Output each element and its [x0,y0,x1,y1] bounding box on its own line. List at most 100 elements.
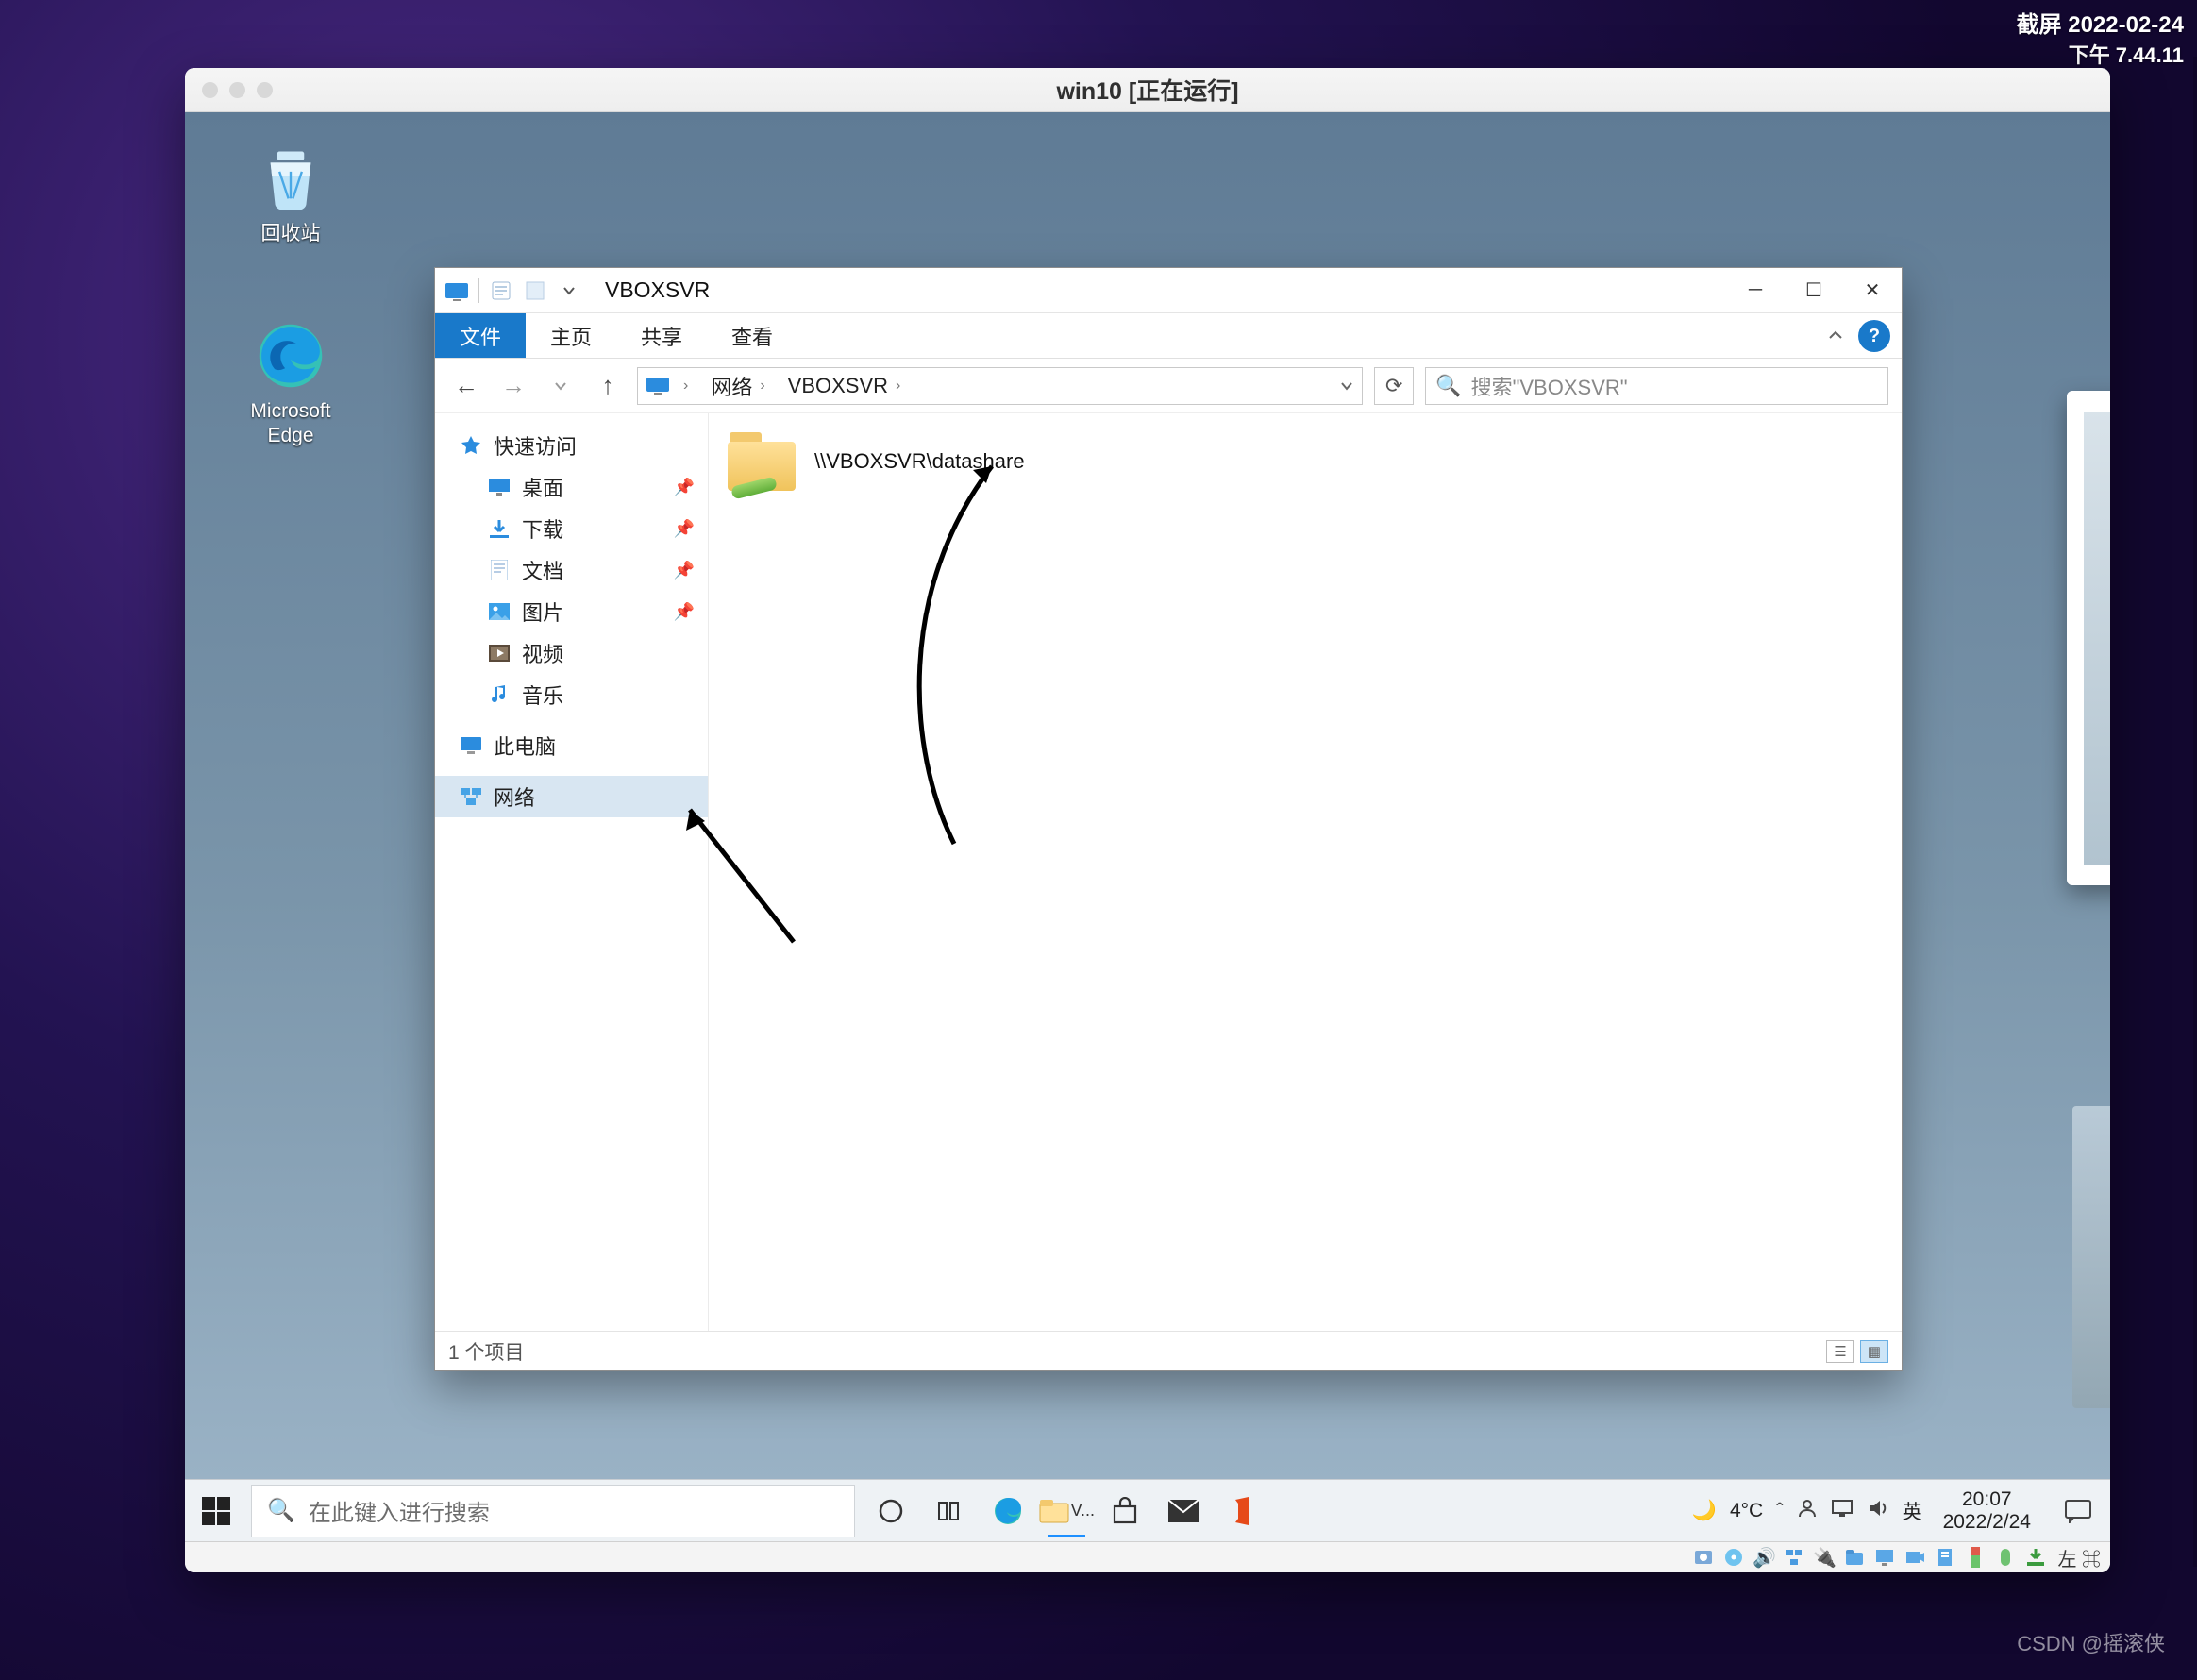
taskbar-mail-icon[interactable] [1155,1483,1212,1539]
vb-usb-icon[interactable]: 🔌 [1812,1545,1836,1570]
video-icon [486,640,512,666]
ribbon-tab-view[interactable]: 查看 [707,313,797,358]
vb-mouse-icon[interactable] [1993,1545,2018,1570]
vb-keyboard-icon[interactable] [2023,1545,2048,1570]
explorer-address-row: ← → ↑ › 网络› VBOXSVR› ⟳ 🔍 搜索"VBOXSVR" [435,359,1902,413]
sidebar-item-music[interactable]: 音乐 [435,674,708,715]
taskbar-widgets-button[interactable] [921,1483,978,1539]
vb-audio-icon[interactable]: 🔊 [1752,1545,1776,1570]
system-menu-icon[interactable] [441,275,473,307]
computer-icon[interactable] [644,372,672,400]
vb-hdd-icon[interactable] [1691,1545,1716,1570]
desktop-icon-recycle-bin[interactable]: 回收站 [225,143,357,246]
taskbar-explorer-icon[interactable]: V... [1038,1483,1095,1539]
content-item-datashare[interactable]: \\VBOXSVR\datashare [728,432,1883,491]
breadcrumb-seg-network[interactable]: 网络› [699,368,776,404]
explorer-content-pane[interactable]: \\VBOXSVR\datashare [709,413,1902,1331]
content-item-label: \\VBOXSVR\datashare [814,449,1025,474]
sidebar-this-pc[interactable]: 此电脑 [435,725,708,766]
nav-recent-button[interactable] [543,368,579,404]
recycle-bin-icon [255,143,327,214]
address-bar[interactable]: › 网络› VBOXSVR› [637,367,1363,405]
explorer-sidebar: 快速访问 桌面📌 下载📌 文档📌 图片📌 视频 音乐 此电脑 [435,413,709,1331]
taskbar-search[interactable]: 🔍 在此键入进行搜索 [251,1485,855,1537]
view-details-button[interactable]: ☰ [1826,1340,1854,1363]
computer-icon [458,732,484,759]
vm-titlebar[interactable]: win10 [正在运行] [185,68,2110,112]
nav-up-button[interactable]: ↑ [590,368,626,404]
ribbon-expand-button[interactable] [1817,313,1854,358]
virtualbox-window: win10 [正在运行] 回收站 Microsoft Edge [185,68,2110,1572]
pin-icon: 📌 [674,561,695,580]
taskbar-edge-icon[interactable] [980,1483,1036,1539]
tray-overflow-button[interactable]: ˆ [1776,1499,1783,1523]
minimize-button[interactable]: ─ [1726,268,1785,313]
sidebar-item-downloads[interactable]: 下载📌 [435,508,708,549]
ribbon-tab-file[interactable]: 文件 [435,313,526,358]
vb-shared-folders-icon[interactable] [1842,1545,1867,1570]
nav-back-button[interactable]: ← [448,368,484,404]
vb-optical-icon[interactable] [1721,1545,1746,1570]
vb-host-key-indicator[interactable]: 左 ⌘ [2057,1544,2101,1571]
search-icon: 🔍 [1435,374,1461,398]
pin-icon: 📌 [674,602,695,622]
tray-people-icon[interactable] [1797,1498,1818,1524]
maximize-button[interactable]: ☐ [1785,268,1843,313]
taskbar-search-placeholder: 在此键入进行搜索 [309,1494,490,1527]
explorer-titlebar[interactable]: VBOXSVR ─ ☐ ✕ [435,268,1902,313]
sidebar-item-videos[interactable]: 视频 [435,632,708,674]
help-button[interactable]: ? [1858,320,1890,352]
explorer-title-text: VBOXSVR [605,277,710,303]
taskbar-office-icon[interactable] [1214,1483,1270,1539]
status-item-count: 1 个项目 [448,1337,525,1366]
sidebar-quick-access[interactable]: 快速访问 [435,425,708,466]
refresh-button[interactable]: ⟳ [1374,367,1414,405]
tray-clock[interactable]: 20:07 2022/2/24 [1936,1488,2038,1532]
desktop-icon-label: 回收站 [225,222,357,246]
qat-new-folder-icon[interactable] [519,275,551,307]
view-icons-button[interactable]: ▦ [1860,1340,1888,1363]
start-button[interactable] [185,1480,247,1542]
task-view-button[interactable] [863,1483,919,1539]
vb-display-icon[interactable] [1872,1545,1897,1570]
sidebar-item-desktop[interactable]: 桌面📌 [435,466,708,508]
explorer-search[interactable]: 🔍 搜索"VBOXSVR" [1425,367,1888,405]
tray-ime-indicator[interactable]: 英 [1903,1497,1922,1525]
adjacent-window-peek [2193,57,2197,1567]
music-icon [486,681,512,708]
explorer-ribbon: 文件 主页 共享 查看 ? [435,313,1902,359]
qat-dropdown-icon[interactable] [553,275,585,307]
sidebar-network[interactable]: 网络 [435,776,708,817]
breadcrumb-seg-root[interactable]: › [672,368,699,404]
ribbon-tab-share[interactable]: 共享 [616,313,707,358]
network-icon [458,783,484,810]
weather-icon[interactable]: 🌙 [1692,1500,1717,1522]
shared-folder-icon [728,432,796,491]
host-photo-peek [2072,1106,2110,1408]
vb-guest-additions-icon[interactable] [1933,1545,1957,1570]
sidebar-item-pictures[interactable]: 图片📌 [435,591,708,632]
tray-volume-icon[interactable] [1867,1498,1889,1524]
vm-guest-desktop: 回收站 Microsoft Edge [185,112,2110,1541]
download-icon [486,515,512,542]
nav-forward-button[interactable]: → [495,368,531,404]
search-placeholder: 搜索"VBOXSVR" [1471,371,1628,401]
close-button[interactable]: ✕ [1843,268,1902,313]
sidebar-item-documents[interactable]: 文档📌 [435,549,708,591]
vb-cpu-icon[interactable] [1963,1545,1987,1570]
desktop-icon-edge[interactable]: Microsoft Edge [225,320,357,449]
windows-taskbar: 🔍 在此键入进行搜索 V... 🌙 4°C ˆ [185,1479,2110,1541]
ribbon-tab-home[interactable]: 主页 [526,313,616,358]
vb-network-icon[interactable] [1782,1545,1806,1570]
breadcrumb-seg-vboxsvr[interactable]: VBOXSVR› [777,368,913,404]
tray-network-icon[interactable] [1831,1499,1853,1523]
address-history-dropdown[interactable] [1332,374,1362,398]
vb-recording-icon[interactable] [1903,1545,1927,1570]
action-center-button[interactable] [2055,1488,2101,1534]
hud-line2: 下午 7.44.11 [2017,39,2184,69]
qat-properties-icon[interactable] [485,275,517,307]
taskbar-store-icon[interactable] [1097,1483,1153,1539]
weather-temp[interactable]: 4°C [1730,1500,1763,1522]
windows-logo-icon [202,1497,230,1525]
file-explorer-window: VBOXSVR ─ ☐ ✕ 文件 主页 共享 查看 ? [434,267,1903,1371]
